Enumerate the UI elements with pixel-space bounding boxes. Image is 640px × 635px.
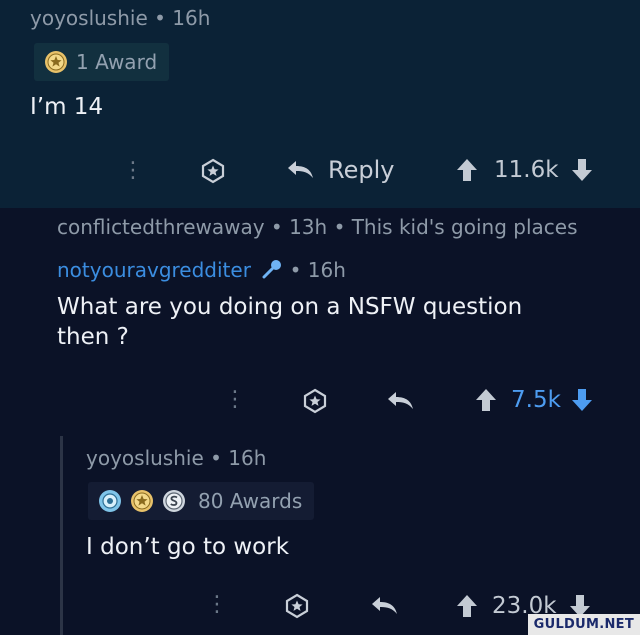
comment2-body-line1: What are you doing on a NSFW question (57, 294, 523, 320)
comment3-award-badge[interactable]: 80 Awards (88, 482, 315, 520)
comment1-score: 11.6k (494, 157, 559, 183)
reply-arrow-icon (372, 597, 397, 614)
comment1-username[interactable]: yoyoslushie (30, 6, 148, 30)
award-icon (285, 593, 309, 619)
meta-separator: • (210, 446, 229, 470)
watermark: GULDUM.NET (527, 614, 640, 635)
give-award-button[interactable] (200, 158, 226, 184)
comment2-meta: notyouravgredditer • 16h (57, 258, 346, 282)
comment1-body: I’m 14 (30, 94, 104, 120)
comment2-score: 7.5k (511, 387, 561, 413)
wholesome-award-icon (99, 490, 121, 512)
microphone-icon (262, 260, 282, 279)
comment1-award-count: 1 Award (76, 50, 158, 74)
comment1-award-badge[interactable]: 1 Award (34, 43, 170, 81)
comment2-time: 16h (307, 258, 346, 282)
comment3-username[interactable]: yoyoslushie (86, 446, 204, 470)
comment2-vote-group: 7.5k (475, 387, 593, 413)
reply-arrow-icon (288, 161, 313, 178)
comment3-meta: yoyoslushie • 16h (86, 446, 266, 470)
more-options-icon[interactable]: ⋮ (224, 387, 246, 412)
give-award-button[interactable] (284, 593, 310, 619)
comment1-vote-group: 11.6k (456, 157, 593, 183)
award-medal-icon (131, 490, 153, 512)
reply-button[interactable] (386, 389, 416, 413)
comment2-body-line2: then ? (57, 324, 129, 350)
comment3-award-count: 80 Awards (198, 489, 303, 513)
reply-label: Reply (328, 156, 395, 184)
award-icon (201, 158, 225, 184)
reply-button[interactable]: Reply (286, 156, 394, 184)
comment2-body: What are you doing on a NSFW question th… (57, 292, 522, 352)
downvote-icon-active[interactable] (571, 387, 593, 413)
award-icon (303, 388, 327, 414)
upvote-icon[interactable] (475, 387, 497, 413)
thread-line[interactable] (60, 436, 63, 635)
meta-separator: • (289, 258, 308, 282)
upvote-icon[interactable] (456, 157, 478, 183)
more-options-icon[interactable]: ⋮ (122, 158, 144, 183)
give-award-button[interactable] (302, 388, 328, 414)
downvote-icon[interactable] (571, 157, 593, 183)
silver-award-icon (163, 490, 185, 512)
parent-comment-meta: conflictedthrewaway • 13h • This kid's g… (57, 215, 578, 239)
comment1-meta: yoyoslushie • 16h (30, 6, 210, 30)
upvote-icon[interactable] (456, 593, 478, 619)
comment3-time: 16h (228, 446, 267, 470)
reply-arrow-icon (388, 392, 413, 409)
reply-button[interactable] (370, 594, 400, 618)
comment2-username[interactable]: notyouravgredditer (57, 258, 251, 282)
comment1-time: 16h (172, 6, 211, 30)
comment3-body: I don’t go to work (86, 534, 290, 560)
more-options-icon[interactable]: ⋮ (206, 592, 228, 617)
award-medal-icon (45, 51, 67, 73)
meta-separator: • (154, 6, 173, 30)
